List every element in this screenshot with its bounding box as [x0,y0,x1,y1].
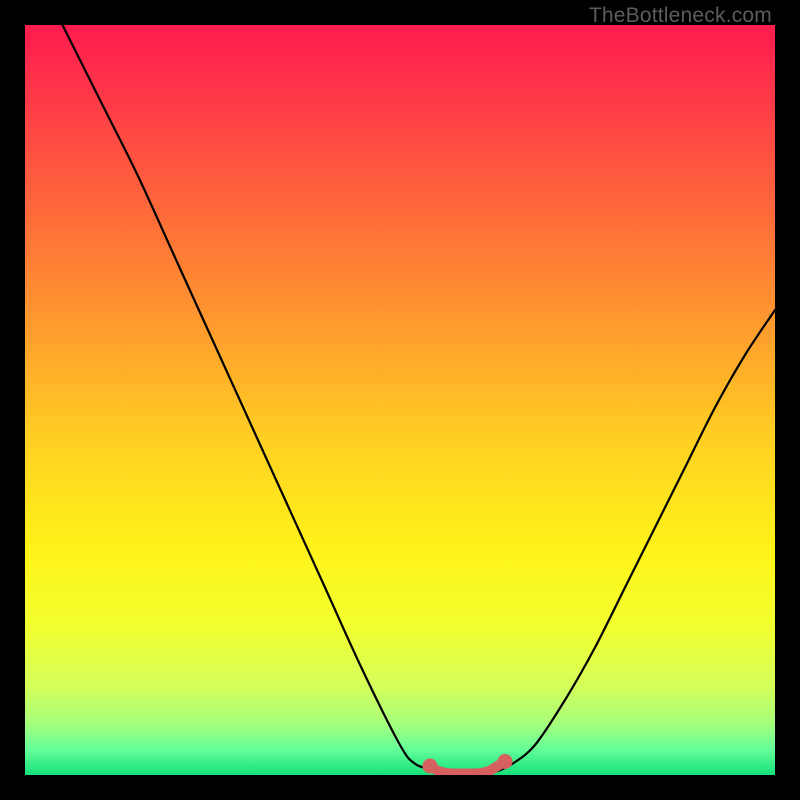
curve-left [63,25,438,771]
curve-right [498,310,776,771]
curve-layer [25,25,775,775]
marker-dot [498,754,513,769]
chart-frame: TheBottleneck.com [0,0,800,800]
plot-area [25,25,775,775]
marker-dot [423,759,438,774]
flat-bottom-line [430,762,505,774]
